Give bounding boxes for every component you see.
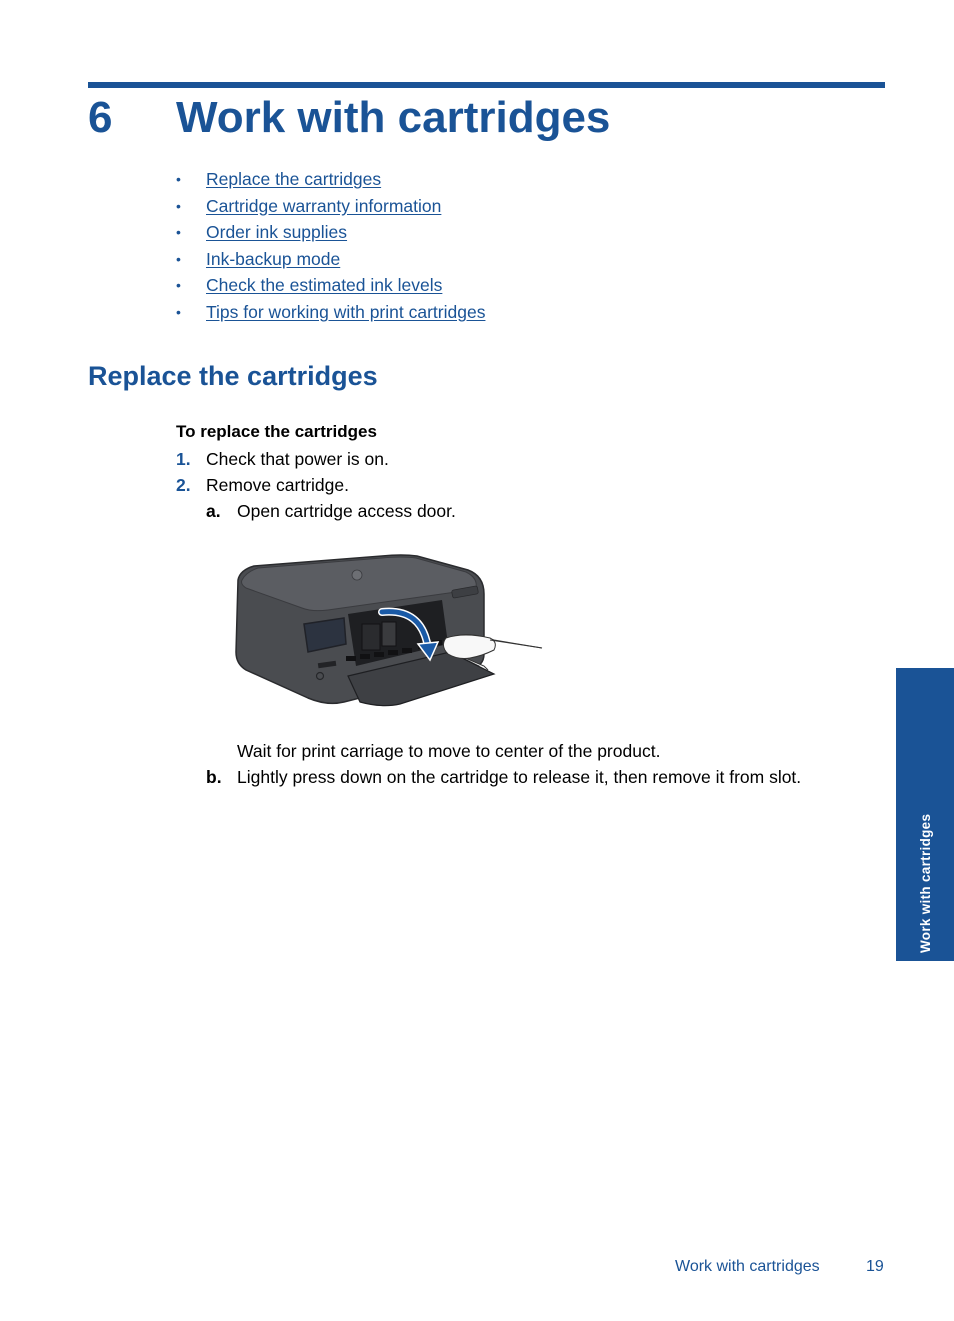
bullet-icon: • — [176, 224, 181, 241]
bullet-icon: • — [176, 197, 181, 214]
figure-note: Wait for print carriage to move to cente… — [237, 741, 661, 761]
substep-text: Open cartridge access door. — [237, 501, 456, 521]
bullet-icon: • — [176, 277, 181, 294]
side-tab-label: Work with cartridges — [918, 813, 933, 953]
toc-link-order-supplies[interactable]: Order ink supplies — [206, 219, 347, 245]
toc-link-ink-levels[interactable]: Check the estimated ink levels — [206, 272, 442, 298]
procedure-heading: To replace the cartridges — [176, 422, 377, 441]
step-text: Remove cartridge. — [206, 475, 349, 495]
substep-letter: b. — [206, 767, 222, 787]
toc-link-tips[interactable]: Tips for working with print cartridges — [206, 299, 485, 325]
footer-section-name: Work with cartridges — [675, 1258, 820, 1275]
bullet-icon: • — [176, 303, 181, 320]
footer-page-number: 19 — [866, 1258, 884, 1275]
step-number: 2. — [176, 475, 191, 495]
toc-link-ink-backup[interactable]: Ink-backup mode — [206, 246, 340, 272]
step-number: 1. — [176, 449, 191, 469]
chapter-title-text: Work with cartridges — [176, 93, 611, 142]
printer-illustration — [232, 548, 547, 710]
step-text: Check that power is on. — [206, 449, 389, 469]
section-title: Replace the cartridges — [88, 361, 378, 391]
chapter-side-tab: Work with cartridges — [896, 668, 954, 961]
chapter-number: 6 — [88, 93, 113, 142]
toc-link-warranty[interactable]: Cartridge warranty information — [206, 193, 441, 219]
bullet-icon: • — [176, 171, 181, 187]
toc-link-replace-cartridges[interactable]: Replace the cartridges — [206, 166, 381, 192]
substep-text: Lightly press down on the cartridge to r… — [237, 767, 802, 787]
bullet-icon: • — [176, 250, 181, 267]
substep-letter: a. — [206, 501, 221, 521]
printer-icon — [235, 554, 543, 707]
